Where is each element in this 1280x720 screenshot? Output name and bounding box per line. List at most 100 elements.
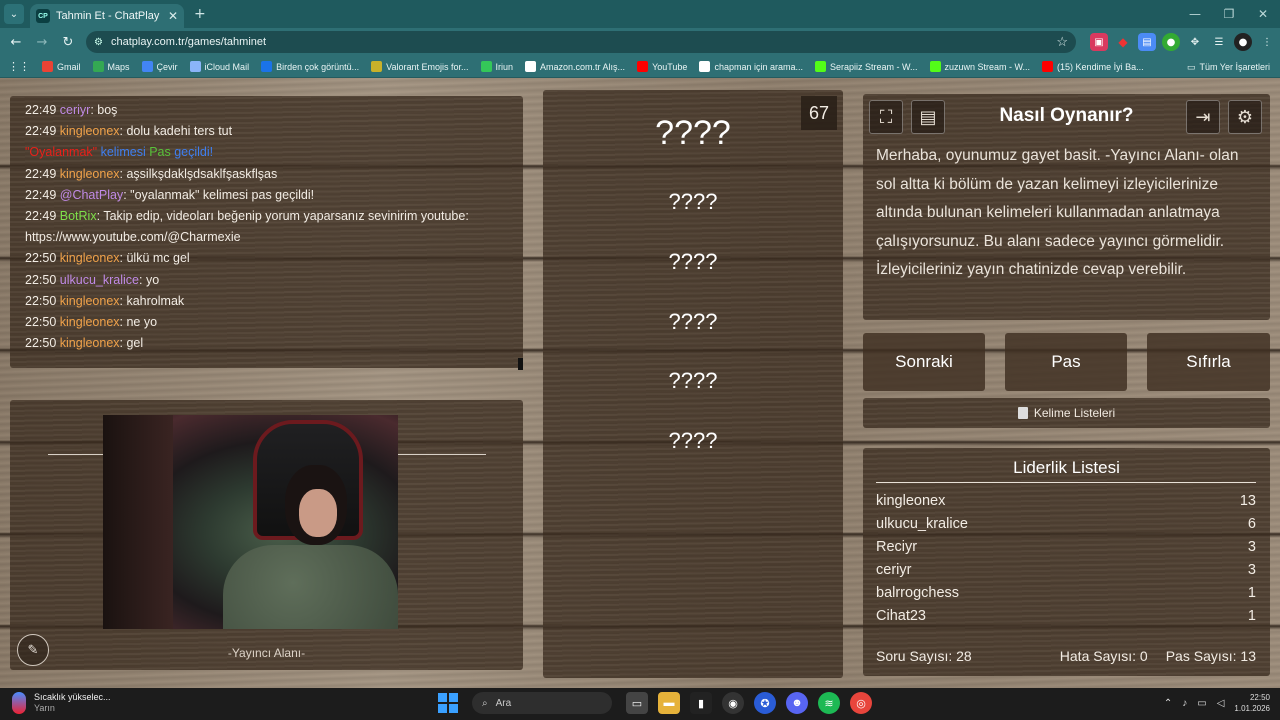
- chat-username[interactable]: kingleonex: [60, 336, 120, 350]
- url-text: chatplay.com.tr/games/tahminet: [110, 36, 267, 48]
- profile-avatar[interactable]: ●: [1234, 33, 1252, 51]
- streamer-area-label: -Yayıncı Alanı-: [227, 646, 306, 660]
- address-bar[interactable]: ⚙ chatplay.com.tr/games/tahminet ☆: [86, 31, 1076, 53]
- chat-timestamp: 22:50: [25, 272, 57, 287]
- obs-icon[interactable]: ◉: [722, 692, 744, 714]
- bookmark-favicon-icon: [699, 61, 711, 72]
- microphone-icon[interactable]: ♪: [1182, 698, 1187, 709]
- bookmark-item[interactable]: Birden çok görüntü...: [261, 61, 359, 72]
- tab-close-icon[interactable]: ✕: [168, 9, 178, 23]
- maximize-icon[interactable]: ❐: [1212, 0, 1246, 28]
- bookmark-item[interactable]: Amazon.com.tr Alış...: [525, 61, 625, 72]
- chat-username[interactable]: ceriyr: [60, 103, 91, 117]
- bookmark-item[interactable]: Maps: [92, 61, 130, 72]
- windows-start-icon[interactable]: [438, 693, 458, 713]
- chat-text: kahrolmak: [126, 293, 185, 308]
- volume-icon[interactable]: ◁: [1217, 698, 1225, 709]
- tray-overflow-icon[interactable]: ⌃: [1164, 698, 1172, 709]
- leaderboard-name: kingleonex: [876, 493, 946, 509]
- word-lists-label: Kelime Listeleri: [1033, 406, 1116, 420]
- chat-panel: 22:49 ceriyr: boş 22:49 kingleonex: dolu …: [10, 96, 523, 370]
- weather-widget[interactable]: Sıcaklık yükselec... Yarın: [12, 692, 111, 714]
- clock[interactable]: 22:50 1.01.2026: [1234, 692, 1270, 714]
- discord-icon[interactable]: ☻: [786, 692, 808, 714]
- chat-text: yo: [145, 272, 160, 287]
- extensions-puzzle-icon[interactable]: ✥: [1186, 33, 1204, 51]
- reading-list-icon[interactable]: ☰: [1210, 33, 1228, 51]
- pass-button[interactable]: Pas: [1005, 333, 1127, 391]
- question-count: Soru Sayısı: 28: [876, 648, 972, 664]
- forbidden-word: ????: [668, 189, 718, 214]
- chat-text: aşsilkşdaklşdsaklfşaskflşas: [126, 166, 278, 181]
- logout-icon[interactable]: ⇥: [1186, 100, 1220, 134]
- leaderboard-score: 1: [1247, 585, 1256, 601]
- leaderboard-row: balrrogchess 1: [876, 585, 1256, 601]
- bookmark-item[interactable]: Gmail: [42, 61, 81, 72]
- task-view-icon[interactable]: ▭: [626, 692, 648, 714]
- chat-username[interactable]: kingleonex: [60, 124, 120, 138]
- back-icon[interactable]: ←: [4, 30, 28, 54]
- reset-button[interactable]: Sıfırla: [1147, 333, 1270, 391]
- chat-username[interactable]: kingleonex: [60, 167, 120, 181]
- bookmark-star-icon[interactable]: ☆: [1056, 34, 1068, 50]
- bookmark-item[interactable]: iCloud Mail: [189, 61, 249, 72]
- bookmark-label: Iriun: [495, 61, 514, 72]
- minimize-icon[interactable]: —: [1178, 0, 1212, 28]
- audio-app-icon[interactable]: ▮: [690, 692, 712, 714]
- chrome-icon[interactable]: ◎: [850, 692, 872, 714]
- bookmark-item[interactable]: Serapiiz Stream - W...: [814, 61, 918, 72]
- clock-date: 1.01.2026: [1234, 704, 1270, 713]
- settings-gear-icon[interactable]: ⚙: [1228, 100, 1262, 134]
- chat-scrollbar[interactable]: [518, 358, 523, 370]
- word-lists-button[interactable]: Kelime Listeleri: [863, 398, 1270, 428]
- close-window-icon[interactable]: ✕: [1246, 0, 1280, 28]
- forward-icon[interactable]: →: [30, 30, 54, 54]
- chat-timestamp: 22:49: [25, 187, 57, 202]
- bookmark-item[interactable]: zuzuwn Stream - W...: [929, 61, 1030, 72]
- chat-timestamp: 22:49: [25, 124, 57, 139]
- bookmark-item[interactable]: Valorant Emojis for...: [371, 61, 469, 72]
- menu-kebab-icon[interactable]: ⋮: [1258, 33, 1276, 51]
- bookmark-item[interactable]: YouTube: [637, 61, 687, 72]
- pass-notice-text: geçildi!: [170, 145, 214, 160]
- bookmark-item[interactable]: Iriun: [480, 61, 514, 72]
- apps-grid-icon[interactable]: ⋮⋮: [8, 60, 30, 73]
- extension-icon-4[interactable]: ●: [1162, 33, 1180, 51]
- steam-icon[interactable]: ✪: [754, 692, 776, 714]
- bookmark-item[interactable]: (15) Kendime İyi Ba...: [1042, 61, 1144, 72]
- leaderboard-name: Reciyr: [876, 539, 918, 555]
- forbidden-word: ????: [668, 249, 718, 274]
- chat-message: 22:49 kingleonex: dolu kadehi ters tut: [25, 121, 508, 142]
- how-to-play-description: Merhaba, oyunumuz gayet basit. -Yayıncı …: [876, 147, 1239, 278]
- bookmark-label: Birden çok görüntü...: [276, 61, 360, 72]
- reload-icon[interactable]: ↻: [56, 30, 80, 54]
- all-bookmarks[interactable]: ▭ Tüm Yer İşaretleri: [1187, 56, 1270, 78]
- chat-username[interactable]: kingleonex: [60, 294, 120, 308]
- taskbar-search[interactable]: ⌕ Ara: [472, 692, 612, 714]
- tab-tahmin-et[interactable]: CP Tahmin Et - ChatPlay ✕: [30, 4, 184, 28]
- weather-title: Sıcaklık yükselec...: [34, 692, 111, 702]
- target-word: ????: [655, 114, 731, 152]
- extension-icon-1[interactable]: ▣: [1090, 33, 1108, 51]
- file-explorer-icon[interactable]: ▬: [658, 692, 680, 714]
- next-button[interactable]: Sonraki: [863, 333, 985, 391]
- chat-username[interactable]: kingleonex: [60, 315, 120, 329]
- network-icon[interactable]: ▭: [1197, 698, 1206, 709]
- chat-timestamp: 22:50: [25, 315, 57, 330]
- leaderboard-row: ceriyr 3: [876, 562, 1256, 578]
- extension-icon-3[interactable]: ▤: [1138, 33, 1156, 51]
- chat-username[interactable]: ulkucu_kralice: [60, 273, 139, 287]
- chat-username[interactable]: @ChatPlay: [60, 188, 123, 202]
- site-info-icon[interactable]: ⚙: [94, 37, 103, 48]
- divider-line: [398, 454, 486, 455]
- bookmark-item[interactable]: Çevir: [141, 61, 178, 72]
- tab-search-dropdown[interactable]: ⌄: [4, 4, 24, 24]
- bookmark-item[interactable]: chapman için arama...: [699, 61, 803, 72]
- spotify-icon[interactable]: ≋: [818, 692, 840, 714]
- chat-username[interactable]: BotRix: [60, 209, 97, 223]
- chat-message: 22:49 kingleonex: aşsilkşdaklşdsaklfşask…: [25, 164, 508, 185]
- chat-username[interactable]: kingleonex: [60, 251, 120, 265]
- extension-icon-2[interactable]: ◆: [1114, 33, 1132, 51]
- bookmark-label: Çevir: [156, 61, 178, 72]
- new-tab-button[interactable]: +: [194, 6, 206, 22]
